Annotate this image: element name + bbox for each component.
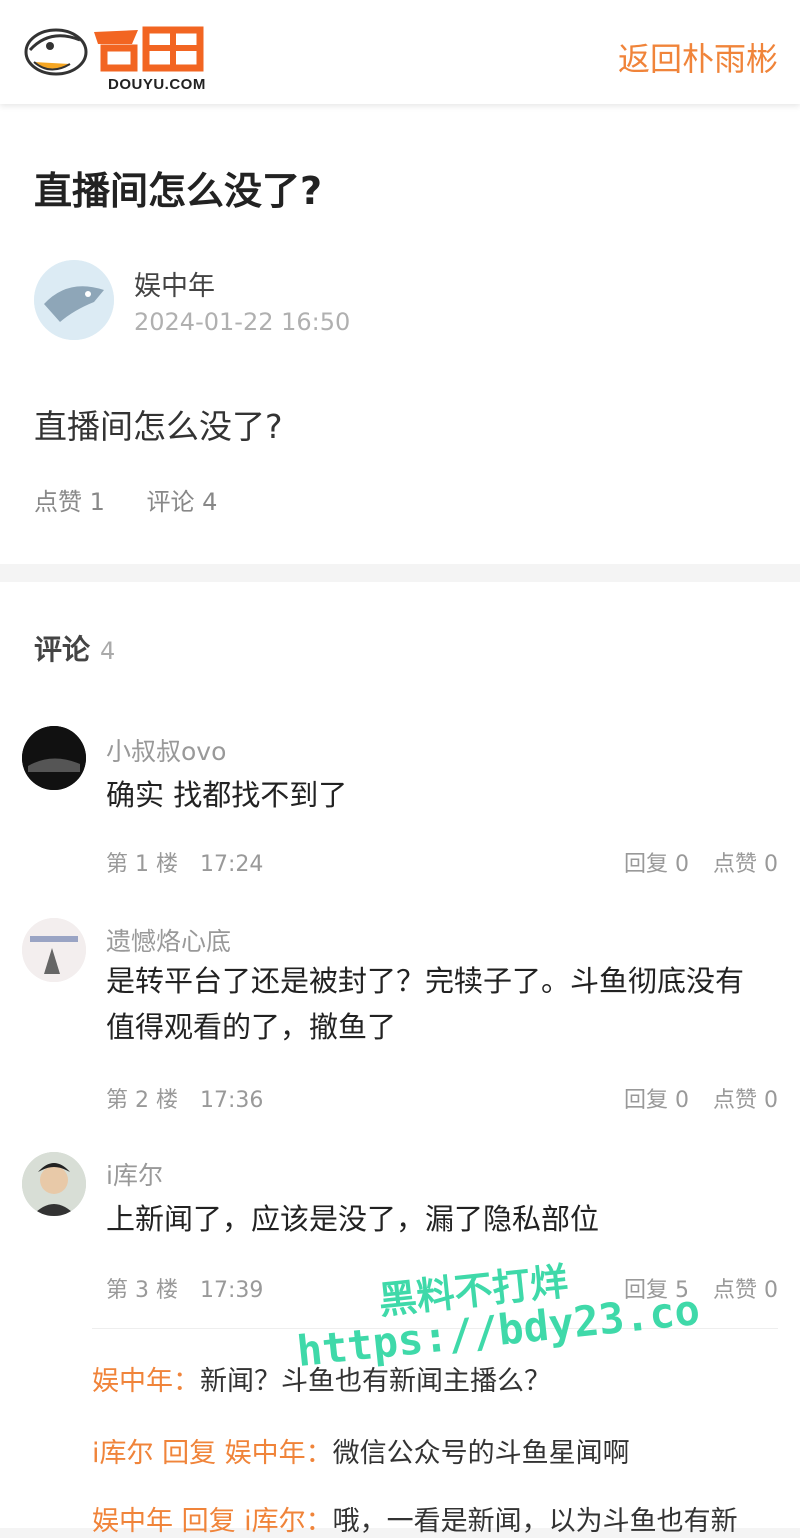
post-like-count[interactable]: 点赞 1: [34, 488, 105, 516]
like-button[interactable]: 点赞 0: [713, 1088, 778, 1113]
comment-user[interactable]: i库尔: [106, 1156, 163, 1192]
post-title: 直播间怎么没了?: [34, 169, 323, 213]
reply-text: 微信公众号的斗鱼星闻啊: [332, 1438, 630, 1469]
comment-time: 17:39: [199, 1278, 264, 1303]
avatar[interactable]: [22, 1152, 86, 1216]
comment-meta: 第 2 楼 17:36: [106, 1082, 285, 1114]
reply-item[interactable]: i库尔 回复 娱中年：微信公众号的斗鱼星闻啊: [92, 1431, 630, 1470]
comment-text: 上新闻了，应该是没了，漏了隐私部位: [106, 1202, 600, 1236]
comment-time: 17:24: [199, 852, 264, 877]
reply-user[interactable]: 娱中年：: [92, 1366, 200, 1397]
reply-text: 新闻？斗鱼也有新闻主播么？: [200, 1366, 551, 1397]
like-button[interactable]: 点赞 0: [713, 1278, 778, 1303]
avatar-icon: [22, 918, 86, 982]
author-avatar[interactable]: [34, 260, 114, 340]
reply-text: 哦，一看是新闻，以为斗鱼也有新: [332, 1506, 738, 1537]
post-comment-count[interactable]: 评论 4: [147, 488, 218, 516]
comment-text: 确实 找都找不到了: [106, 778, 348, 812]
comment-meta: 第 3 楼 17:39: [106, 1272, 285, 1304]
like-button[interactable]: 点赞 0: [713, 852, 778, 877]
reply-button[interactable]: 回复 0: [624, 852, 689, 877]
comment-user[interactable]: 小叔叔ovo: [106, 732, 226, 768]
top-header: DOUYU.COM 返回朴雨彬: [0, 0, 800, 104]
comment-text: 是转平台了还是被封了？完犊子了。斗鱼彻底没有值得观看的了，撤鱼了: [106, 964, 745, 1044]
reply-user[interactable]: i库尔 回复 娱中年：: [92, 1438, 333, 1469]
reply-user[interactable]: 娱中年 回复 i库尔：: [92, 1506, 333, 1537]
post-body: 直播间怎么没了?: [34, 407, 283, 446]
avatar[interactable]: [22, 918, 86, 982]
reply-button[interactable]: 回复 0: [624, 1088, 689, 1113]
comment-floor: 第 2 楼: [106, 1088, 178, 1113]
comment-time: 17:36: [199, 1088, 264, 1113]
post-stats: 点赞 1 评论 4: [34, 482, 251, 517]
comment-user[interactable]: 遗憾烙心底: [106, 922, 231, 958]
douyu-logo[interactable]: DOUYU.COM: [20, 20, 210, 93]
comment-floor: 第 3 楼: [106, 1278, 178, 1303]
shark-avatar-icon: [34, 260, 114, 340]
avatar[interactable]: [22, 726, 86, 790]
post-time: 2024-01-22 16:50: [134, 308, 351, 336]
comment-floor: 第 1 楼: [106, 852, 178, 877]
comments-heading: 评论 4: [34, 628, 115, 668]
comments-count: 4: [100, 637, 116, 665]
avatar-icon: [22, 726, 86, 790]
avatar-icon: [22, 1152, 86, 1216]
comments-heading-label: 评论: [34, 633, 91, 666]
author-name[interactable]: 娱中年: [134, 264, 215, 303]
reply-item[interactable]: 娱中年 回复 i库尔：哦，一看是新闻，以为斗鱼也有新: [92, 1499, 738, 1538]
comment-actions: 回复 0 点赞 0: [600, 846, 778, 878]
comment-actions: 回复 0 点赞 0: [600, 1082, 778, 1114]
comment-meta: 第 1 楼 17:24: [106, 846, 285, 878]
post-card: 直播间怎么没了? 娱中年 2024-01-22 16:50 直播间怎么没了? 点…: [0, 104, 800, 564]
comments-section: 评论 4 小叔叔ovo 确实 找都找不到了 第 1 楼 17:24 回复 0 点赞 0…: [0, 582, 800, 1537]
back-link[interactable]: 返回朴雨彬: [618, 34, 778, 80]
logo-text: DOUYU.COM: [108, 76, 206, 93]
